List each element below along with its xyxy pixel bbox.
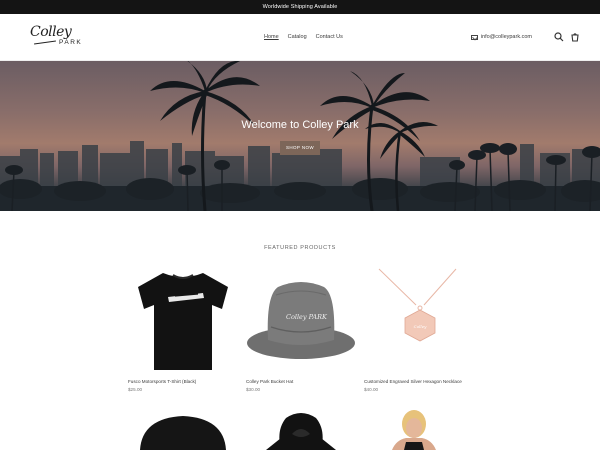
hero-title: Welcome to Colley Park	[241, 119, 359, 131]
tshirt-icon	[138, 273, 228, 370]
main-nav: Home Catalog Contact Us	[264, 34, 343, 40]
announcement-bar: Worldwide Shipping Available	[0, 0, 600, 14]
beanie-icon	[140, 416, 226, 450]
hero-banner: Welcome to Colley Park SHOP NOW	[0, 61, 600, 211]
shop-now-button[interactable]: SHOP NOW	[280, 141, 320, 155]
site-header: Colley PARK Home Catalog Contact Us info…	[0, 14, 600, 61]
product-name[interactable]: Customized Engraved Silver Hexagon Neckl…	[364, 379, 462, 384]
bucket-hat-image[interactable]: Colley PARK	[246, 265, 356, 375]
product-card[interactable]: Colley PARK Colley Park Bucket Hat $30.0…	[246, 265, 356, 392]
product-price: $25.00	[128, 387, 143, 392]
product-card[interactable]	[246, 410, 356, 450]
necklace-icon: Colley	[378, 268, 457, 342]
cart-icon[interactable]	[570, 32, 580, 42]
hero-palm-skyline	[0, 61, 600, 211]
nav-home[interactable]: Home	[264, 34, 279, 40]
hat-logo-print: Colley PARK	[286, 313, 327, 321]
logo-underline	[34, 40, 56, 45]
product-card[interactable]	[128, 410, 238, 450]
product-card[interactable]	[364, 410, 474, 450]
announcement-text: Worldwide Shipping Available	[262, 4, 338, 10]
search-icon[interactable]	[554, 32, 564, 42]
product-price: $40.00	[364, 387, 379, 392]
necklace-image[interactable]: Colley	[364, 265, 474, 375]
product-price: $30.00	[246, 387, 261, 392]
mail-icon	[470, 34, 478, 40]
nav-contact[interactable]: Contact Us	[316, 34, 343, 40]
featured-title: FEATURED PRODUCTS	[264, 245, 336, 251]
model-tanktop-image	[392, 410, 436, 450]
svg-text:Colley: Colley	[414, 324, 427, 329]
hoodie-icon	[266, 413, 336, 450]
tshirt-image[interactable]	[128, 265, 238, 375]
header-right: info@colleypark.com	[470, 32, 580, 42]
email-link[interactable]: info@colleypark.com	[470, 34, 532, 40]
logo-script: Colley	[30, 24, 72, 40]
logo-sub: PARK	[59, 39, 83, 46]
product-card[interactable]: Fusco Motorsports T-Shirt (Black) $25.00	[128, 265, 238, 392]
product-card[interactable]: Colley Customized Engraved Silver Hexago…	[364, 265, 474, 392]
product-name[interactable]: Colley Park Bucket Hat	[246, 379, 293, 384]
logo[interactable]: Colley PARK	[30, 24, 88, 52]
email-text: info@colleypark.com	[480, 34, 532, 40]
product-name[interactable]: Fusco Motorsports T-Shirt (Black)	[128, 379, 196, 384]
nav-catalog[interactable]: Catalog	[288, 34, 307, 40]
